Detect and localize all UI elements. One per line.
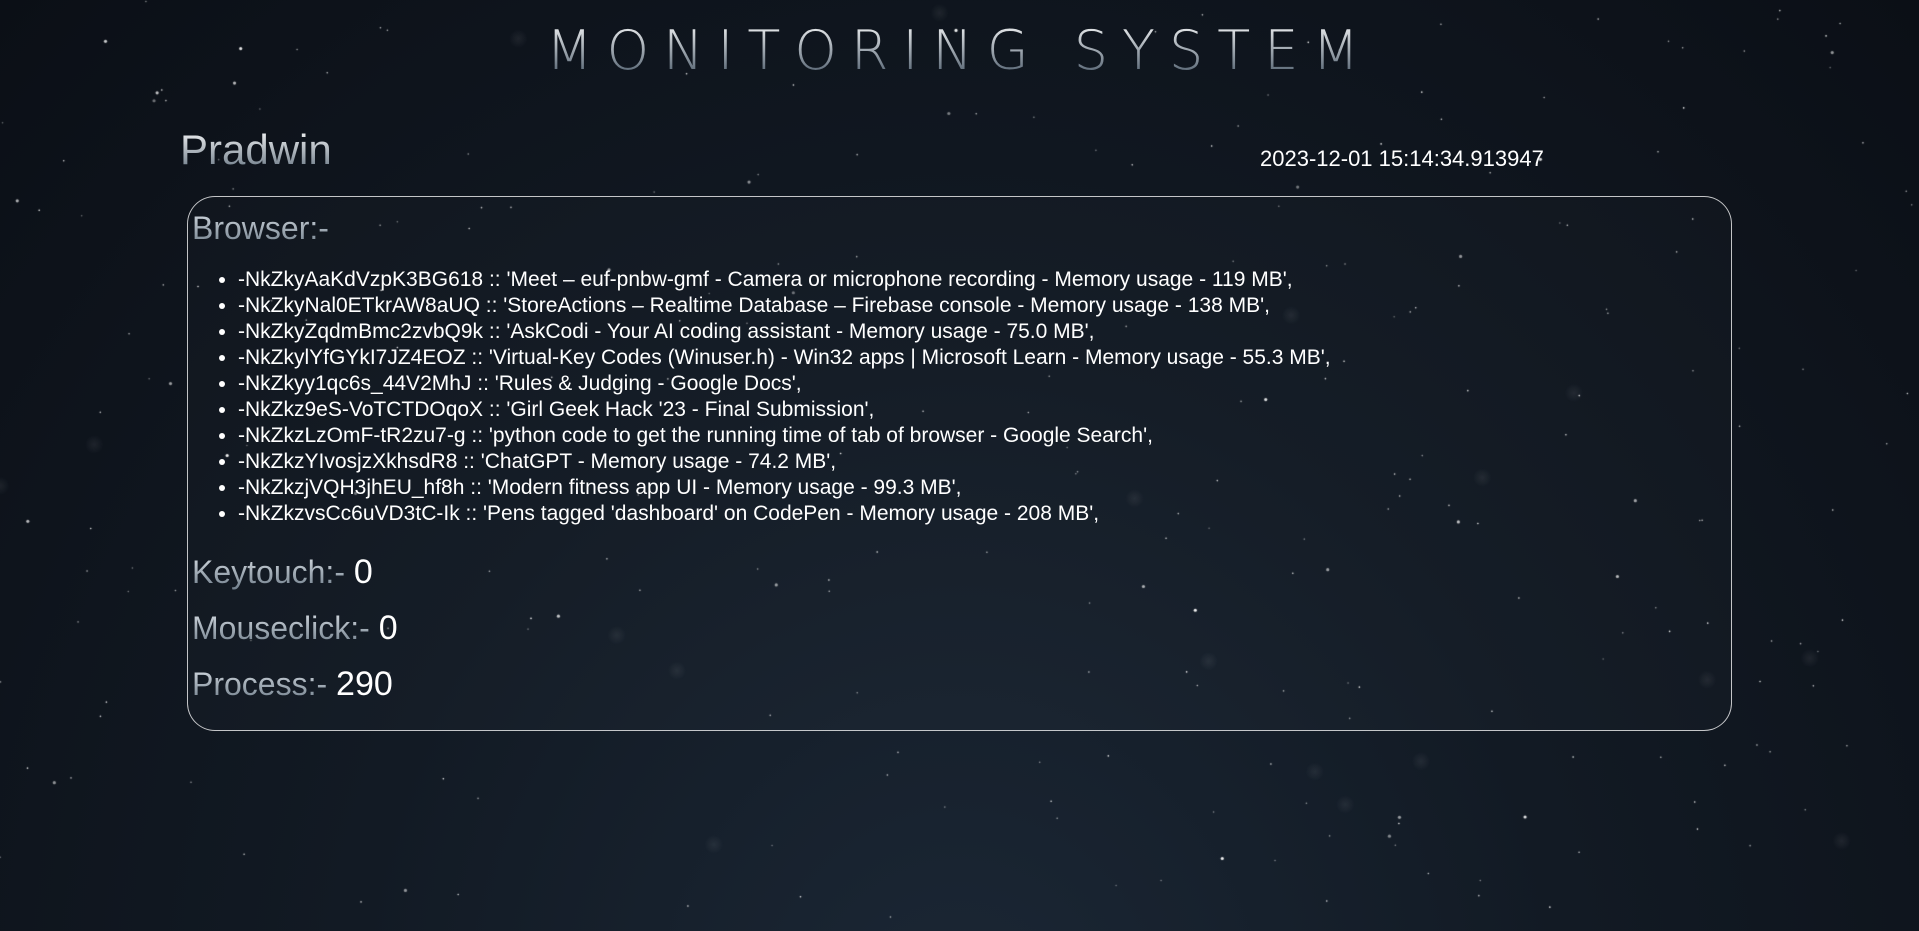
browser-label: Browser:- [192,210,329,246]
keytouch-stat: Keytouch:- 0 [192,553,373,591]
browser-tab-item: -NkZkzvsCc6uVD3tC-Ik :: 'Pens tagged 'da… [238,501,1331,527]
browser-tab-item: -NkZkzjVQH3jhEU_hf8h :: 'Modern fitness … [238,475,1331,501]
timestamp: 2023-12-01 15:14:34.913947 [1260,146,1544,171]
page-title: MONITORING SYSTEM [0,18,1919,84]
browser-tab-item: -NkZkyZqdmBmc2zvbQ9k :: 'AskCodi - Your … [238,319,1331,345]
mouseclick-stat: Mouseclick:- 0 [192,609,398,647]
browser-tab-item: -NkZkzYIvosjzXkhsdR8 :: 'ChatGPT - Memor… [238,449,1331,475]
browser-tab-item: -NkZkylYfGYkI7JZ4EOZ :: 'Virtual-Key Cod… [238,345,1331,371]
process-stat: Process:- 290 [192,665,393,703]
browser-tab-item: -NkZkz9eS-VoTCTDOqoX :: 'Girl Geek Hack … [238,397,1331,423]
browser-tab-list: -NkZkyAaKdVzpK3BG618 :: 'Meet – euf-pnbw… [238,267,1331,527]
browser-tab-item: -NkZkzLzOmF-tR2zu7-g :: 'python code to … [238,423,1331,449]
process-value: 290 [336,665,393,703]
browser-tab-item: -NkZkyy1qc6s_44V2MhJ :: 'Rules & Judging… [238,371,1331,397]
mouseclick-value: 0 [378,609,398,647]
user-name: Pradwin [180,126,332,173]
keytouch-value: 0 [353,553,373,591]
browser-tab-item: -NkZkyNal0ETkrAW8aUQ :: 'StoreActions – … [238,293,1331,319]
browser-tab-item: -NkZkyAaKdVzpK3BG618 :: 'Meet – euf-pnbw… [238,267,1331,293]
process-label: Process:- [192,666,328,702]
mouseclick-label: Mouseclick:- [192,610,370,646]
keytouch-label: Keytouch:- [192,554,345,590]
monitoring-panel: Browser:- -NkZkyAaKdVzpK3BG618 :: 'Meet … [187,196,1732,731]
